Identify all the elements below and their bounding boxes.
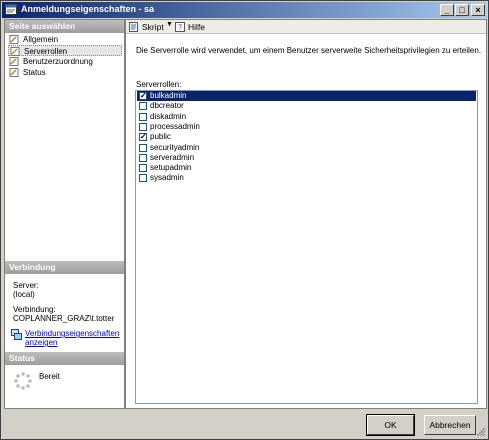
role-checkbox[interactable] bbox=[139, 122, 147, 131]
script-dropdown-chevron-icon[interactable]: ▼ bbox=[166, 21, 173, 28]
role-checkbox[interactable] bbox=[139, 112, 147, 121]
role-name: securityadmin bbox=[150, 142, 200, 152]
sidebar-item-allgemein[interactable]: Allgemein bbox=[8, 34, 122, 45]
sidebar-item-label: Status bbox=[23, 68, 46, 77]
role-row-sysadmin[interactable]: sysadmin bbox=[137, 173, 476, 183]
role-checkbox[interactable]: ✓ bbox=[139, 132, 147, 142]
role-row-diskadmin[interactable]: diskadmin bbox=[137, 112, 476, 122]
help-button[interactable]: ? Hilfe bbox=[174, 21, 205, 33]
close-button[interactable]: × bbox=[471, 4, 485, 16]
role-checkbox[interactable] bbox=[139, 174, 147, 183]
minimize-button[interactable]: _ bbox=[440, 4, 454, 16]
sidebar-item-serverrollen[interactable]: Serverrollen bbox=[8, 45, 122, 56]
resize-grip-icon[interactable] bbox=[476, 427, 486, 437]
role-name: sysadmin bbox=[150, 173, 184, 183]
connection-value: COPLANNER_GRAZ\t.totter bbox=[13, 314, 115, 323]
role-checkbox[interactable] bbox=[139, 143, 147, 152]
role-row-setupadmin[interactable]: setupadmin bbox=[137, 163, 476, 173]
page-icon bbox=[10, 47, 20, 56]
role-name: public bbox=[150, 132, 171, 142]
connection-properties-link-line1: Verbindungseigenschaften bbox=[25, 329, 120, 338]
connection-properties-icon bbox=[11, 329, 22, 340]
role-name: bulkadmin bbox=[150, 91, 187, 100]
select-page-header: Seite auswählen bbox=[5, 20, 124, 33]
status-text: Bereit bbox=[39, 372, 60, 381]
role-row-processadmin[interactable]: processadmin bbox=[137, 122, 476, 132]
server-roles-list[interactable]: ✓ bulkadmin dbcreator diskadmin processa… bbox=[135, 90, 478, 404]
connection-properties-link-line2: anzeigen bbox=[25, 338, 58, 347]
server-value: (local) bbox=[13, 290, 35, 299]
maximize-button[interactable]: □ bbox=[455, 4, 469, 16]
role-row-securityadmin[interactable]: securityadmin bbox=[137, 143, 476, 153]
role-checkbox[interactable] bbox=[139, 102, 147, 111]
toolbar: Skript ▼ ? Hilfe bbox=[126, 20, 486, 34]
progress-spinner-icon bbox=[14, 372, 32, 390]
properties-window: Anmeldungseigenschaften - sa _ □ × Seite… bbox=[0, 0, 489, 440]
script-label: Skript bbox=[142, 22, 164, 32]
role-checkbox[interactable] bbox=[139, 153, 147, 162]
help-icon: ? bbox=[175, 22, 185, 32]
role-row-bulkadmin[interactable]: ✓ bulkadmin bbox=[137, 91, 476, 102]
page-icon bbox=[9, 57, 19, 66]
sidebar-item-label: Allgemein bbox=[23, 35, 59, 44]
role-name: processadmin bbox=[150, 121, 200, 131]
script-button[interactable]: Skript bbox=[128, 21, 164, 33]
window-title: Anmeldungseigenschaften - sa bbox=[21, 4, 155, 14]
right-panel: Skript ▼ ? Hilfe Die Serverrolle wird ve… bbox=[125, 19, 487, 409]
script-icon bbox=[129, 22, 138, 32]
checkmark-icon: ✓ bbox=[140, 91, 147, 100]
server-roles-label: Serverrollen: bbox=[136, 80, 182, 89]
role-checkbox[interactable] bbox=[139, 164, 147, 173]
role-name: dbcreator bbox=[150, 101, 184, 111]
role-row-dbcreator[interactable]: dbcreator bbox=[137, 101, 476, 111]
svg-text:?: ? bbox=[178, 23, 182, 32]
status-header: Status bbox=[5, 352, 124, 365]
checkmark-icon: ✓ bbox=[140, 132, 147, 142]
cancel-button[interactable]: Abbrechen bbox=[424, 415, 476, 435]
page-icon bbox=[9, 35, 19, 44]
role-row-serveradmin[interactable]: serveradmin bbox=[137, 153, 476, 163]
sidebar-item-status[interactable]: Status bbox=[8, 67, 122, 78]
connection-label: Verbindung: bbox=[13, 305, 56, 314]
login-properties-icon bbox=[5, 4, 17, 15]
server-label: Server: bbox=[13, 281, 39, 290]
sidebar-item-label: Benutzerzuordnung bbox=[23, 57, 93, 66]
ok-button[interactable]: OK bbox=[366, 414, 415, 436]
page-icon bbox=[9, 68, 19, 77]
role-name: diskadmin bbox=[150, 111, 187, 121]
connection-header: Verbindung bbox=[5, 261, 124, 274]
description-text: Die Serverrolle wird verwendet, um einem… bbox=[136, 46, 482, 55]
role-checkbox[interactable]: ✓ bbox=[139, 91, 147, 100]
role-name: setupadmin bbox=[150, 163, 192, 173]
sidebar-item-benutzerzuordnung[interactable]: Benutzerzuordnung bbox=[8, 56, 122, 67]
role-row-public[interactable]: ✓ public bbox=[137, 132, 476, 142]
sidebar-item-label: Serverrollen bbox=[24, 47, 68, 56]
help-label: Hilfe bbox=[188, 22, 206, 32]
connection-properties-link[interactable]: Verbindungseigenschaften anzeigen bbox=[25, 329, 119, 347]
role-name: serveradmin bbox=[150, 152, 195, 162]
left-panel: Seite auswählen Allgemein Serverrollen B… bbox=[4, 19, 125, 409]
title-bar[interactable]: Anmeldungseigenschaften - sa _ □ × bbox=[2, 2, 487, 18]
